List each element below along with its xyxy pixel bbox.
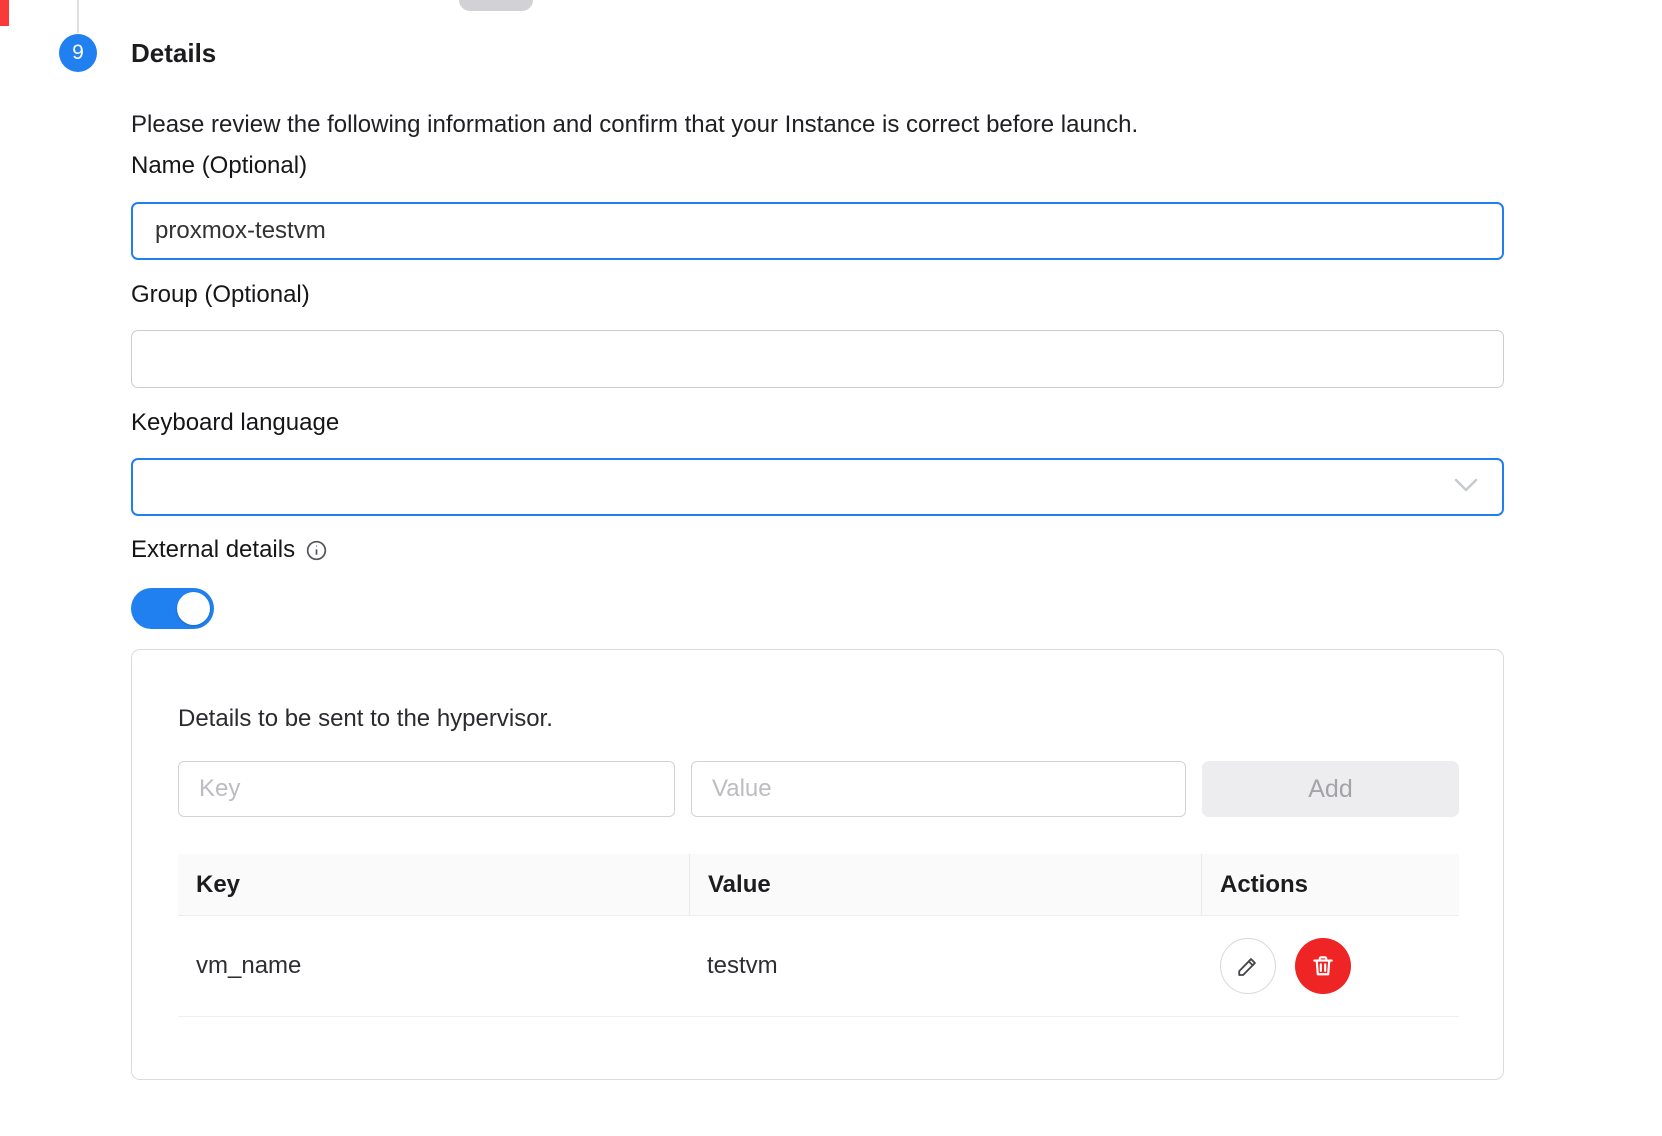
toggle-knob — [177, 592, 210, 625]
header-actions: Actions — [1201, 854, 1459, 915]
group-label: Group (Optional) — [131, 281, 310, 309]
info-icon[interactable] — [305, 539, 328, 562]
stepper-connector-line — [77, 0, 79, 33]
name-input[interactable] — [131, 202, 1504, 260]
step-number: 9 — [72, 41, 84, 65]
cutoff-toggle[interactable] — [459, 0, 533, 11]
step-number-badge: 9 — [59, 34, 97, 72]
external-details-label: External details — [131, 536, 295, 564]
external-details-toggle[interactable] — [131, 588, 214, 629]
review-instructions: Please review the following information … — [131, 111, 1138, 139]
delete-button[interactable] — [1295, 938, 1351, 994]
instance-launch-form: 9 Details Please review the following in… — [0, 0, 1662, 1136]
pencil-icon — [1235, 953, 1261, 979]
group-input[interactable] — [131, 330, 1504, 388]
table-header-row: Key Value Actions — [178, 854, 1459, 916]
row-key: vm_name — [178, 916, 689, 1016]
edit-button[interactable] — [1220, 938, 1276, 994]
details-table: Key Value Actions vm_name testvm — [178, 854, 1459, 1017]
name-label: Name (Optional) — [131, 152, 307, 180]
key-input[interactable] — [178, 761, 675, 817]
hypervisor-details-panel: Details to be sent to the hypervisor. Ad… — [131, 649, 1504, 1080]
step-title: Details — [131, 38, 216, 69]
header-key: Key — [178, 854, 689, 915]
trash-icon — [1310, 953, 1336, 979]
value-input[interactable] — [691, 761, 1186, 817]
row-actions — [1201, 916, 1459, 1016]
external-details-row: External details — [131, 536, 328, 564]
corner-red-mark — [0, 0, 9, 26]
header-value: Value — [689, 854, 1201, 915]
row-value: testvm — [689, 916, 1201, 1016]
keyboard-language-select[interactable] — [131, 458, 1504, 516]
add-button[interactable]: Add — [1202, 761, 1459, 817]
table-row: vm_name testvm — [178, 916, 1459, 1017]
keyboard-language-label: Keyboard language — [131, 409, 339, 437]
hypervisor-panel-description: Details to be sent to the hypervisor. — [178, 705, 553, 733]
chevron-down-icon — [1452, 476, 1480, 499]
